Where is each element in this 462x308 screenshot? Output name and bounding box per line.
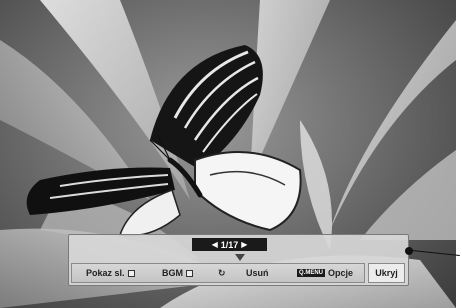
square-icon (127, 269, 135, 277)
options-button-label: Opcje (328, 268, 354, 278)
rotate-icon: ↻ (218, 267, 226, 278)
next-arrow-icon[interactable]: ▶ (241, 240, 247, 249)
rotate-button[interactable]: ↻ (218, 268, 226, 279)
slideshow-button-label: Pokaz sl. (86, 268, 125, 278)
photo-osd-panel: ◀ 1/17 ▶ Pokaz sl. BGM ↻ Usuń Q.MENU Opc… (68, 234, 409, 286)
osd-button-row: Pokaz sl. BGM ↻ Usuń Q.MENU Opcje (71, 263, 365, 283)
delete-button-label: Usuń (246, 268, 269, 278)
delete-button[interactable]: Usuń (246, 268, 269, 278)
qmenu-tag: Q.MENU (297, 269, 325, 277)
options-button[interactable]: Q.MENU Opcje (297, 268, 353, 278)
hide-button-label: Ukryj (375, 268, 398, 278)
square-icon (186, 269, 193, 277)
prev-arrow-icon[interactable]: ◀ (212, 240, 218, 249)
page-navigator[interactable]: ◀ 1/17 ▶ (192, 238, 267, 251)
hide-button[interactable]: Ukryj (368, 263, 405, 283)
triangle-down-icon (235, 254, 245, 261)
page-counter-label: 1/17 (220, 239, 239, 250)
bgm-button[interactable]: BGM (162, 268, 193, 278)
slideshow-button[interactable]: Pokaz sl. (86, 268, 135, 278)
bgm-button-label: BGM (162, 268, 183, 278)
